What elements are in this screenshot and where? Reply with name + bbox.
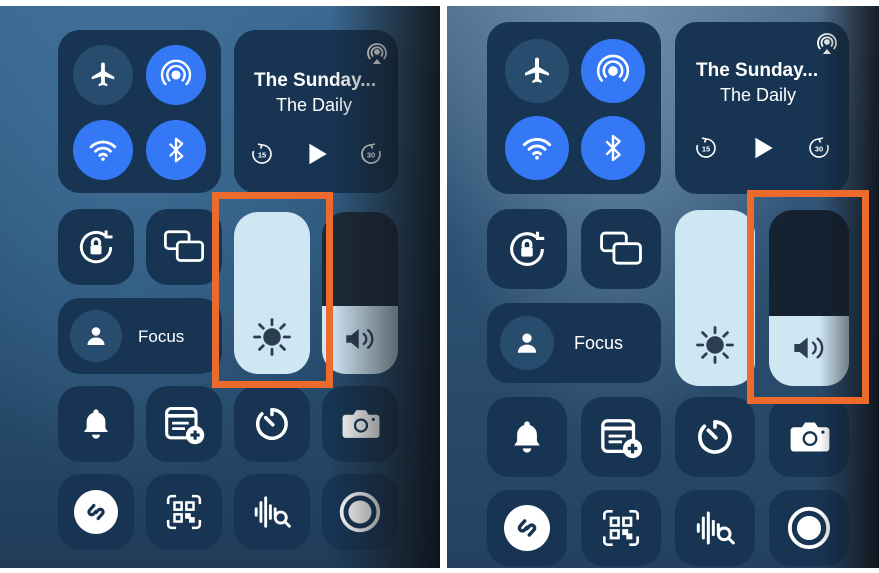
focus-button[interactable]: Focus	[58, 298, 222, 374]
camera-button[interactable]	[769, 397, 849, 477]
screen-mirroring-icon	[600, 231, 642, 265]
camera-icon	[790, 422, 830, 452]
quick-note-icon	[601, 419, 643, 459]
bluetooth-toggle[interactable]	[146, 120, 206, 180]
wifi-toggle[interactable]	[73, 120, 133, 180]
qr-code-icon	[603, 510, 639, 546]
sound-recognition-button[interactable]	[675, 490, 755, 566]
airdrop-toggle[interactable]	[146, 45, 206, 105]
timer-button[interactable]	[234, 386, 310, 462]
airplane-mode-toggle[interactable]	[73, 45, 133, 105]
bluetooth-toggle[interactable]	[581, 116, 645, 180]
timer-icon	[255, 408, 288, 440]
rotation-lock-icon	[79, 230, 113, 264]
brightness-icon	[696, 326, 734, 364]
rotation-lock-icon	[510, 231, 545, 266]
bluetooth-icon	[605, 134, 621, 162]
now-playing-subtitle: The Daily	[720, 85, 797, 105]
focus-avatar	[500, 316, 554, 370]
skip-forward-30-icon[interactable]: 30	[359, 142, 383, 166]
play-icon[interactable]	[750, 134, 776, 162]
shazam-button[interactable]	[58, 474, 134, 550]
airplane-mode-toggle[interactable]	[505, 39, 569, 103]
focus-label: Focus	[138, 327, 185, 346]
bluetooth-icon	[168, 137, 184, 163]
bell-icon	[514, 421, 540, 453]
rotation-lock-button[interactable]	[58, 209, 134, 285]
person-icon	[517, 333, 537, 353]
airplay-icon[interactable]	[815, 32, 839, 56]
focus-button[interactable]: Focus	[487, 303, 661, 383]
volume-slider[interactable]	[322, 212, 398, 374]
airdrop-icon	[160, 59, 192, 86]
control-center-left: The Sunday... The Daily 15 30 Focus	[0, 6, 440, 568]
silent-mode-button[interactable]	[58, 386, 134, 462]
brightness-slider[interactable]	[675, 210, 755, 386]
rotation-lock-button[interactable]	[487, 209, 567, 289]
wifi-icon	[522, 137, 552, 160]
sound-recognition-icon	[254, 496, 291, 528]
qr-code-icon	[166, 494, 202, 530]
quick-note-icon	[165, 406, 205, 445]
volume-slider[interactable]	[769, 210, 849, 386]
screen-mirroring-icon	[164, 230, 204, 262]
play-icon[interactable]	[304, 140, 330, 168]
svg-text:30: 30	[815, 145, 823, 154]
svg-text:15: 15	[702, 145, 710, 154]
screen-record-icon	[787, 506, 831, 550]
focus-label: Focus	[574, 333, 624, 353]
now-playing-subtitle: The Daily	[276, 95, 353, 115]
svg-text:15: 15	[258, 151, 266, 160]
screen-record-icon	[339, 491, 381, 533]
airdrop-toggle[interactable]	[581, 39, 645, 103]
shazam-icon	[504, 505, 550, 551]
wifi-icon	[89, 140, 117, 161]
person-icon	[87, 327, 105, 345]
airplane-icon	[91, 62, 115, 87]
shazam-button[interactable]	[487, 490, 567, 566]
qr-scanner-button[interactable]	[146, 474, 222, 550]
bell-icon	[84, 409, 108, 439]
now-playing-title: The Sunday...	[696, 60, 819, 81]
skip-back-15-icon[interactable]: 15	[694, 136, 718, 160]
control-center-right: The Sunday... The Daily 15 30 Focus	[447, 6, 879, 568]
svg-text:30: 30	[367, 151, 375, 160]
airplane-icon	[525, 57, 549, 83]
shazam-icon	[74, 490, 118, 534]
now-playing-title: The Sunday...	[254, 70, 377, 91]
camera-icon	[342, 410, 380, 438]
sound-recognition-button[interactable]	[234, 474, 310, 550]
focus-avatar	[70, 310, 122, 362]
volume-icon	[346, 329, 374, 349]
brightness-slider[interactable]	[234, 212, 310, 374]
wifi-toggle[interactable]	[505, 116, 569, 180]
timer-button[interactable]	[675, 397, 755, 477]
skip-forward-30-icon[interactable]: 30	[807, 136, 831, 160]
qr-scanner-button[interactable]	[581, 490, 661, 566]
timer-icon	[698, 420, 732, 454]
screen-mirroring-button[interactable]	[146, 209, 222, 285]
screen-mirroring-button[interactable]	[581, 209, 661, 289]
quick-note-button[interactable]	[146, 386, 222, 462]
airplay-icon[interactable]	[365, 42, 389, 66]
sound-recognition-icon	[696, 511, 735, 545]
skip-back-15-icon[interactable]: 15	[250, 142, 274, 166]
volume-icon	[794, 337, 824, 359]
quick-note-button[interactable]	[581, 397, 661, 477]
camera-button[interactable]	[322, 386, 398, 462]
brightness-icon	[253, 318, 291, 356]
screen-record-button[interactable]	[322, 474, 398, 550]
silent-mode-button[interactable]	[487, 397, 567, 477]
screen-record-button[interactable]	[769, 490, 849, 566]
airdrop-icon	[596, 54, 630, 83]
